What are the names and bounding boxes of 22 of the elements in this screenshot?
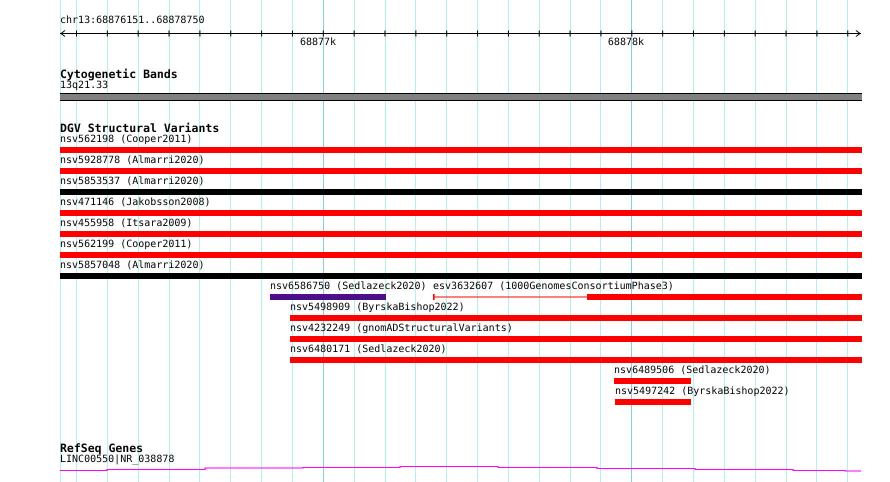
- variant-label: esv3632607 (1000GenomesConsortiumPhase3): [433, 281, 674, 293]
- variant-label: nsv5497242 (ByrskaBishop2022): [614, 386, 790, 398]
- variant-label: nsv5498909 (ByrskaBishop2022): [290, 302, 465, 314]
- variant-label: nsv562198 (Cooper2011): [60, 134, 192, 146]
- track-title: DGV Structural Variants: [60, 122, 220, 134]
- gene-label: LINC00550|NR_038878: [60, 454, 174, 466]
- variant-label: nsv471146 (Jakobsson2008): [60, 197, 211, 209]
- band-label: 13q21.33: [60, 80, 108, 92]
- position-label: 68877k: [300, 37, 336, 49]
- variant-label: nsv5928778 (Almarri2020): [60, 155, 204, 167]
- variant-label: nsv5853537 (Almarri2020): [60, 176, 204, 188]
- variant-label: nsv6489506 (Sedlazeck2020): [614, 365, 771, 377]
- variant-label: nsv6480171 (Sedlazeck2020): [290, 344, 447, 356]
- variant-label: nsv4232249 (gnomADStructuralVariants): [290, 323, 513, 335]
- track-title: RefSeq Genes: [60, 442, 144, 454]
- position-label: 68878k: [608, 37, 644, 49]
- track-title: Cytogenetic Bands: [60, 68, 178, 80]
- variant-label: nsv562199 (Cooper2011): [60, 239, 192, 251]
- variant-label: nsv5857048 (Almarri2020): [60, 260, 204, 272]
- variant-label: nsv455958 (Itsara2009): [60, 218, 192, 230]
- variant-label: nsv6586750 (Sedlazeck2020): [270, 281, 426, 293]
- location-label: chr13:68876151..68878750: [60, 15, 204, 27]
